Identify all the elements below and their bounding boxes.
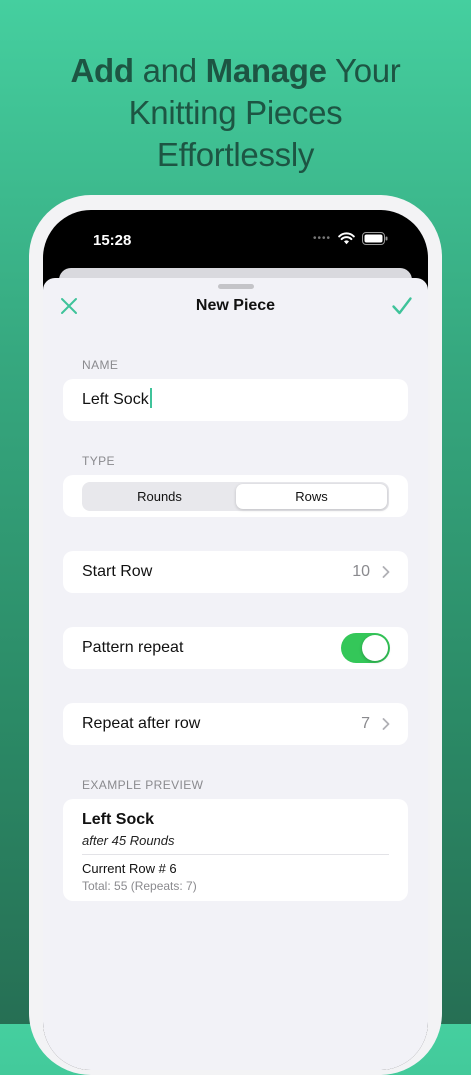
preview-current-row: Current Row # 6 <box>82 861 177 876</box>
status-icons: •••• <box>313 232 388 245</box>
phone-screen: 15:28 •••• New Piece NAME Left Sock TYPE <box>43 210 428 1070</box>
start-row-cell[interactable]: Start Row 10 <box>63 551 408 593</box>
text-caret <box>149 388 152 409</box>
name-input[interactable]: Left Sock <box>82 379 152 421</box>
wifi-icon <box>338 232 355 245</box>
sheet-grabber[interactable] <box>218 284 254 289</box>
repeat-after-row-cell[interactable]: Repeat after row 7 <box>63 703 408 745</box>
start-row-value: 10 <box>352 563 370 580</box>
headline: Add and Manage Your Knitting Pieces Effo… <box>0 50 471 176</box>
repeat-after-row-label: Repeat after row <box>82 715 201 732</box>
nav-title: New Piece <box>195 297 276 314</box>
headline-line-3: Effortlessly <box>156 136 315 173</box>
signal-dots-icon: •••• <box>312 233 331 244</box>
preview-card: Left Sock after 45 Rounds Current Row # … <box>63 799 408 901</box>
preview-title: Left Sock <box>82 811 155 828</box>
chevron-right-icon <box>382 566 390 578</box>
toggle-knob <box>362 635 388 661</box>
headline-word-your: Your <box>326 52 401 89</box>
pattern-repeat-toggle[interactable] <box>341 633 390 663</box>
headline-word-and: and <box>133 52 206 89</box>
pattern-repeat-label: Pattern repeat <box>82 639 184 656</box>
chevron-right-icon <box>382 718 390 730</box>
name-input-value: Left Sock <box>82 391 149 408</box>
start-row-label: Start Row <box>82 563 153 580</box>
checkmark-icon[interactable] <box>390 294 414 318</box>
type-card: Rounds Rows <box>63 475 408 517</box>
preview-subtitle: after 45 Rounds <box>82 833 175 848</box>
type-segmented-control: Rounds Rows <box>82 482 389 511</box>
name-input-card[interactable]: Left Sock <box>63 379 408 421</box>
status-time: 15:28 <box>93 232 132 249</box>
type-option-rows[interactable]: Rows <box>236 484 387 509</box>
preview-divider <box>82 854 389 855</box>
type-option-rounds[interactable]: Rounds <box>84 484 235 509</box>
type-section-label: TYPE <box>82 454 115 468</box>
new-piece-sheet: New Piece NAME Left Sock TYPE Rounds Row… <box>43 278 428 1070</box>
headline-line-1: Add and Manage Your <box>0 50 471 92</box>
headline-word-add: Add <box>70 52 135 89</box>
pattern-repeat-cell: Pattern repeat <box>63 627 408 669</box>
headline-line-2: Knitting Pieces <box>128 94 343 131</box>
repeat-after-row-value: 7 <box>361 715 370 732</box>
preview-section-label: EXAMPLE PREVIEW <box>82 778 204 792</box>
battery-icon <box>362 232 388 245</box>
name-section-label: NAME <box>82 358 119 372</box>
preview-total: Total: 55 (Repeats: 7) <box>82 879 197 893</box>
headline-word-manage: Manage <box>205 52 327 89</box>
